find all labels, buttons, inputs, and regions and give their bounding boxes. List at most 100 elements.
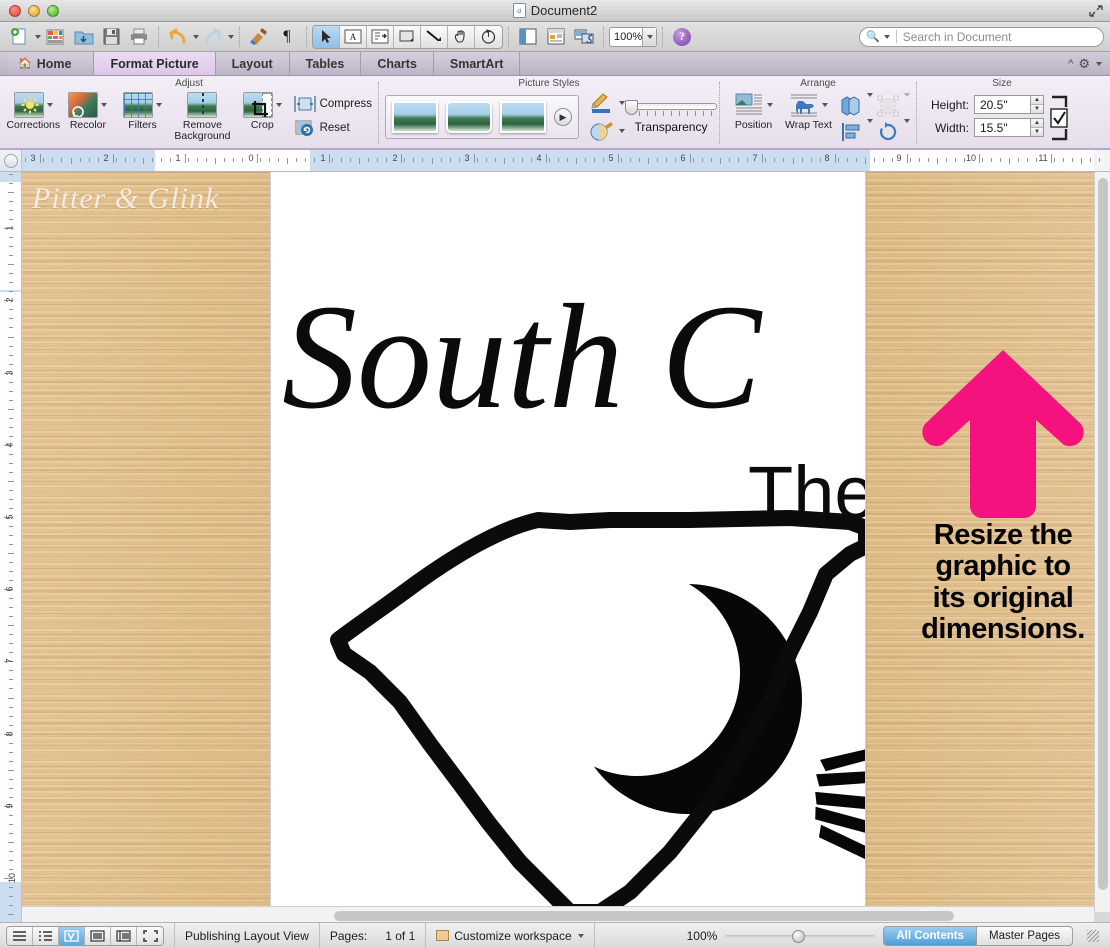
- width-input[interactable]: 15.5": [974, 118, 1030, 137]
- vertical-ruler[interactable]: 1 2 3 4 5 6 7 8 9 10: [0, 172, 22, 924]
- open-button[interactable]: [69, 24, 97, 50]
- template-gallery-button[interactable]: [41, 24, 69, 50]
- rotate-objects-caret[interactable]: [904, 119, 910, 123]
- group-objects-icon[interactable]: [873, 93, 903, 119]
- horizontal-scrollbar-thumb[interactable]: [334, 911, 954, 921]
- vertical-scrollbar-thumb[interactable]: [1098, 178, 1108, 890]
- tab-tables[interactable]: Tables: [289, 52, 362, 75]
- resize-grip-icon[interactable]: [1087, 929, 1099, 942]
- picture-styles-gallery[interactable]: ▶: [385, 95, 579, 139]
- tab-charts[interactable]: Charts: [361, 52, 434, 75]
- toolbox-icon[interactable]: [542, 24, 570, 50]
- media-browser-icon[interactable]: [570, 24, 598, 50]
- chevron-up-icon[interactable]: ^: [1068, 58, 1073, 70]
- outline-view-icon[interactable]: [33, 926, 59, 945]
- minimize-window-button[interactable]: [28, 4, 40, 17]
- recolor-button[interactable]: Recolor: [61, 90, 116, 131]
- sidebar-icon[interactable]: [514, 24, 542, 50]
- print-layout-icon[interactable]: [85, 926, 111, 945]
- width-spin-buttons[interactable]: ▲ ▼: [1030, 118, 1044, 137]
- rotate-objects-icon[interactable]: [873, 119, 903, 145]
- chevron-down-icon[interactable]: [577, 933, 584, 938]
- wrap-text-button[interactable]: Wrap Text: [781, 90, 836, 131]
- linked-text-box-icon[interactable]: [367, 25, 394, 48]
- more-styles-icon[interactable]: ▶: [554, 108, 572, 126]
- print-button[interactable]: [125, 24, 153, 50]
- style-rounded[interactable]: [446, 101, 492, 133]
- reset-picture-button[interactable]: Reset: [294, 118, 372, 138]
- position-caret[interactable]: [767, 103, 773, 107]
- crop-button[interactable]: Crop: [235, 90, 290, 131]
- tab-all-contents[interactable]: All Contents: [883, 925, 977, 946]
- notebook-layout-icon[interactable]: [111, 926, 137, 945]
- corrections-caret[interactable]: [46, 103, 53, 107]
- zoom-controls[interactable]: 100% All Contents Master Pages: [687, 925, 1110, 946]
- page-scope-tabs[interactable]: All Contents Master Pages: [883, 925, 1073, 946]
- wrap-text-caret[interactable]: [822, 103, 828, 107]
- position-button[interactable]: Position: [726, 90, 781, 131]
- redo-button[interactable]: [199, 24, 227, 50]
- recolor-caret[interactable]: [101, 103, 108, 107]
- align-objects-icon[interactable]: [836, 119, 866, 145]
- line-icon[interactable]: [421, 25, 448, 48]
- search-scope-caret[interactable]: [883, 34, 890, 39]
- text-box-icon[interactable]: A: [340, 25, 367, 48]
- draft-view-icon[interactable]: [7, 926, 33, 945]
- new-document-button[interactable]: [6, 24, 34, 50]
- transparency-slider[interactable]: [625, 100, 717, 116]
- picture-border-icon[interactable]: [589, 92, 615, 114]
- format-painter-button[interactable]: [245, 24, 273, 50]
- document-canvas[interactable]: Pitter & Glink South C The Resize the gr…: [22, 172, 1094, 912]
- horizontal-scrollbar[interactable]: [22, 906, 1094, 922]
- zoom-dropdown-caret[interactable]: [642, 27, 656, 46]
- horizontal-ruler[interactable]: 3 2 1 0 1 2 3 4 5 6 7 8 9 10 11: [0, 150, 1110, 172]
- save-button[interactable]: [97, 24, 125, 50]
- height-spin-buttons[interactable]: ▲ ▼: [1030, 95, 1044, 114]
- picture-object[interactable]: South C The: [270, 172, 866, 912]
- style-plain[interactable]: [392, 101, 438, 133]
- tab-master-pages[interactable]: Master Pages: [976, 925, 1073, 946]
- tab-format-picture[interactable]: Format Picture: [94, 52, 216, 75]
- publishing-layout-icon[interactable]: [59, 926, 85, 945]
- customize-workspace-button[interactable]: Customize workspace: [426, 922, 595, 948]
- style-shadow[interactable]: [500, 101, 546, 133]
- filters-caret[interactable]: [156, 103, 163, 107]
- undo-button[interactable]: [164, 24, 192, 50]
- width-stepper[interactable]: 15.5" ▲ ▼: [974, 118, 1044, 137]
- close-window-button[interactable]: [9, 4, 21, 17]
- redo-caret[interactable]: [228, 34, 234, 39]
- zoom-slider-handle[interactable]: [792, 929, 806, 943]
- lock-aspect-ratio-checkbox[interactable]: [1048, 95, 1070, 141]
- ruler-corner-button[interactable]: [0, 150, 22, 171]
- search-input[interactable]: 🔍 Search in Document: [859, 26, 1104, 47]
- zoom-slider[interactable]: [725, 929, 876, 943]
- transparency-slider-handle[interactable]: [625, 100, 638, 115]
- zoom-level-input[interactable]: 100%: [609, 26, 657, 47]
- view-switcher[interactable]: [6, 925, 164, 946]
- help-question-icon[interactable]: ?: [668, 24, 696, 50]
- gear-caret[interactable]: [1096, 61, 1102, 66]
- expand-icon[interactable]: [1089, 4, 1103, 18]
- group-objects-caret[interactable]: [904, 93, 910, 97]
- filters-button[interactable]: Filters: [115, 90, 170, 131]
- corrections-button[interactable]: Corrections: [6, 90, 61, 131]
- show-formatting-button[interactable]: ¶: [273, 24, 301, 50]
- arrow-pointer-icon[interactable]: [313, 25, 340, 48]
- compress-button[interactable]: Compress: [293, 94, 372, 114]
- tab-smartart[interactable]: SmartArt: [433, 52, 521, 75]
- full-screen-icon[interactable]: [137, 927, 163, 945]
- gear-icon[interactable]: ⚙: [1078, 56, 1090, 72]
- object-tools-group[interactable]: A: [312, 24, 503, 49]
- height-input[interactable]: 20.5": [974, 95, 1030, 114]
- crop-caret[interactable]: [275, 103, 282, 107]
- transparency-control[interactable]: Transparency: [625, 100, 717, 134]
- hand-icon[interactable]: [448, 25, 475, 48]
- zoom-window-button[interactable]: [47, 4, 59, 17]
- height-stepper[interactable]: 20.5" ▲ ▼: [974, 95, 1044, 114]
- remove-background-button[interactable]: Remove Background: [170, 90, 235, 142]
- tab-layout[interactable]: Layout: [215, 52, 290, 75]
- document-page[interactable]: South C The: [270, 172, 866, 912]
- tab-home[interactable]: 🏠 Home: [8, 52, 95, 75]
- vertical-scrollbar[interactable]: [1094, 172, 1110, 912]
- window-controls[interactable]: [9, 4, 59, 17]
